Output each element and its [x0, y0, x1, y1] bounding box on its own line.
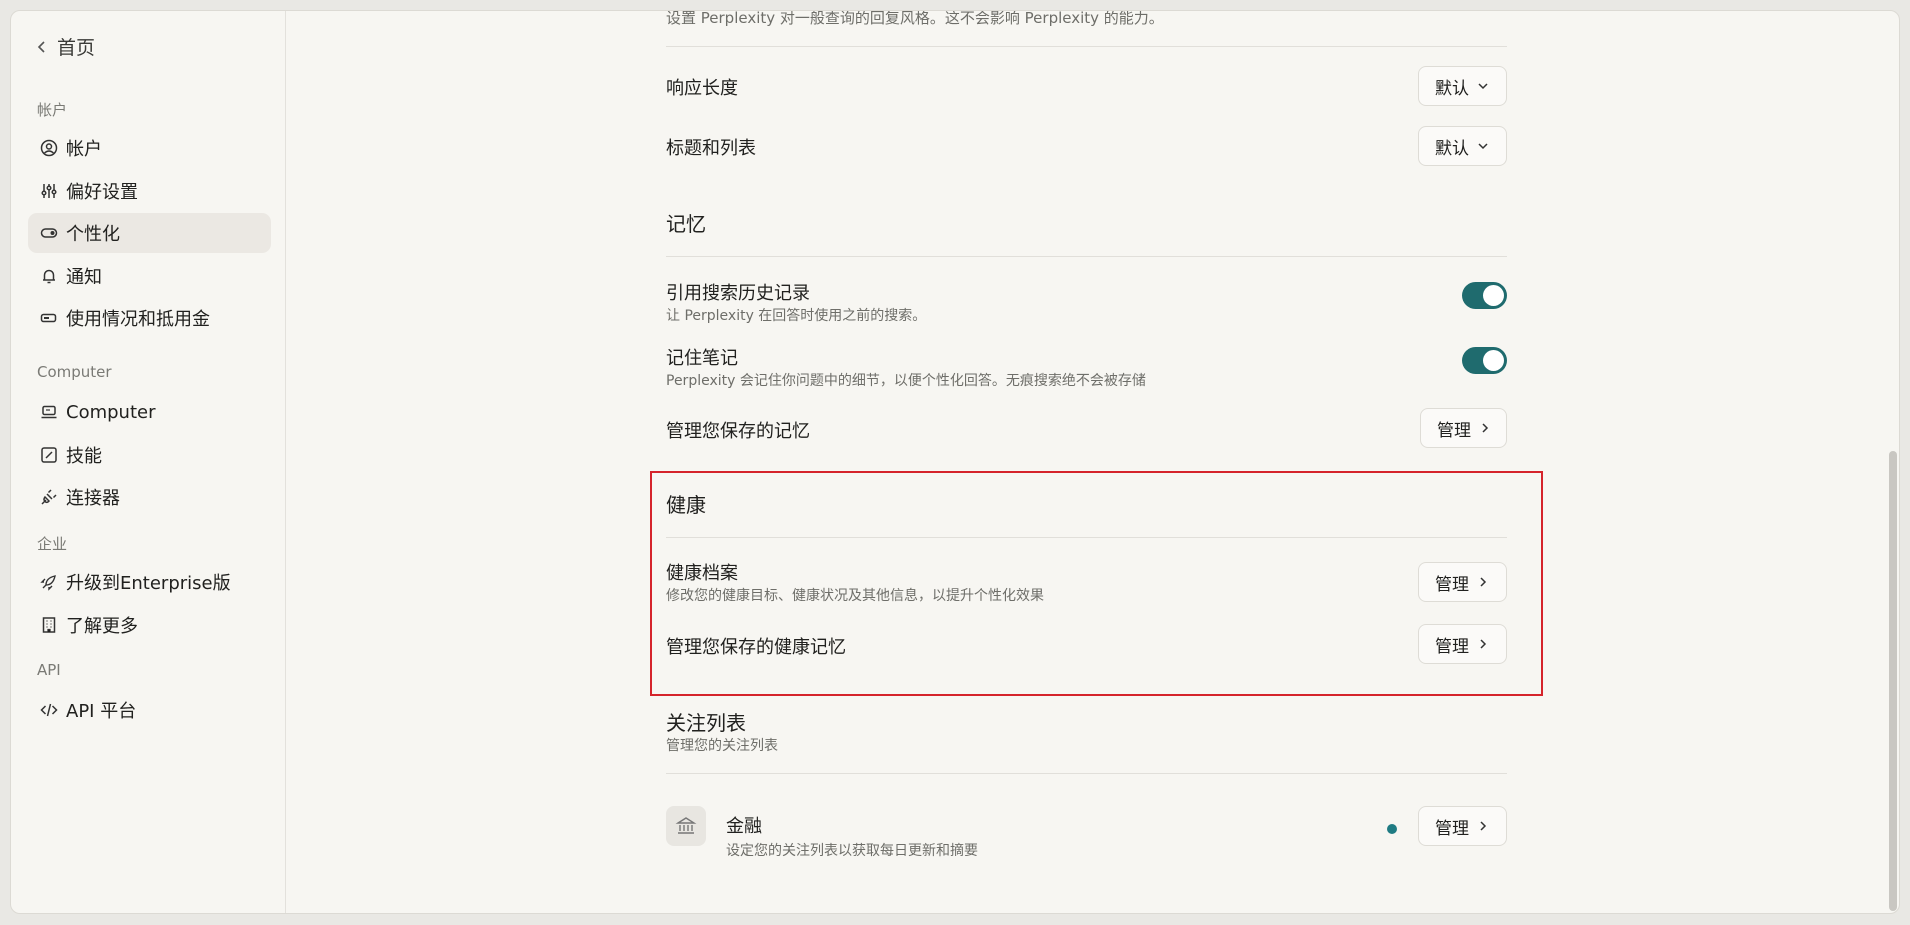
- manage-health-memory-label: 管理您保存的健康记忆: [666, 637, 846, 658]
- chevron-down-icon: [1478, 83, 1488, 90]
- remember-notes-toggle[interactable]: [1462, 347, 1507, 374]
- plug-icon: [41, 489, 57, 505]
- sidebar-item-label: 连接器: [66, 488, 120, 509]
- reference-history-desc: 让 Perplexity 在回答时使用之前的搜索。: [666, 308, 927, 324]
- manage-health-memory-button[interactable]: 管理: [1418, 624, 1507, 664]
- manage-memory-button-label: 管理: [1437, 420, 1471, 441]
- section-label-enterprise: 企业: [37, 535, 68, 553]
- user-circle-icon: [40, 139, 58, 157]
- response-length-value: 默认: [1435, 78, 1469, 99]
- manage-memory-label: 管理您保存的记忆: [666, 421, 810, 442]
- finance-label: 金融: [726, 816, 762, 837]
- back-label: 首页: [57, 37, 96, 59]
- sidebar-item-label: 个性化: [66, 224, 120, 245]
- health-profile-manage-button[interactable]: 管理: [1418, 562, 1507, 602]
- edit-box-icon: [41, 447, 57, 463]
- health-profile-label: 健康档案: [666, 563, 738, 584]
- laptop-icon: [41, 405, 57, 419]
- sidebar-item-label: Computer: [66, 401, 156, 423]
- finance-button-label: 管理: [1435, 818, 1469, 839]
- headings-lists-value: 默认: [1435, 138, 1469, 159]
- sidebar-item-api-platform[interactable]: API 平台: [28, 690, 271, 730]
- sidebar-item-label: API 平台: [66, 701, 137, 722]
- response-length-label: 响应长度: [666, 78, 738, 99]
- chevron-right-icon: [1482, 423, 1489, 433]
- headings-lists-label: 标题和列表: [666, 138, 756, 159]
- remember-notes-desc: Perplexity 会记住你问题中的细节，以便个性化回答。无痕搜索绝不会被存储: [666, 373, 1146, 389]
- bell-icon: [43, 269, 55, 284]
- status-dot: [1387, 824, 1397, 834]
- sidebar-item-label: 了解更多: [66, 616, 138, 637]
- reference-history-label: 引用搜索历史记录: [666, 283, 810, 304]
- toggle-knob: [1483, 350, 1504, 371]
- chevron-right-icon: [1480, 577, 1487, 587]
- divider: [666, 256, 1507, 257]
- toggle-icon: [40, 228, 58, 238]
- chevron-left-icon: [37, 40, 45, 53]
- sidebar-item-learn-more[interactable]: 了解更多: [28, 605, 271, 645]
- chevron-right-icon: [1480, 639, 1487, 649]
- settings-window: 首页 帐户 帐户 偏好设置 个性化 通知 使用情况和抵用金 Computer C…: [10, 10, 1900, 914]
- section-label-computer: Computer: [37, 363, 112, 381]
- sidebar-item-computer[interactable]: Computer: [28, 392, 271, 432]
- sidebar-item-account[interactable]: 帐户: [28, 128, 271, 168]
- chevron-down-icon: [1478, 143, 1488, 150]
- manage-memory-button[interactable]: 管理: [1420, 408, 1507, 448]
- finance-icon-box: [666, 806, 706, 846]
- bank-icon: [675, 817, 697, 834]
- sidebar-item-label: 通知: [66, 267, 102, 288]
- code-icon: [40, 703, 58, 717]
- sidebar-item-label: 帐户: [66, 139, 102, 160]
- main-panel: 设置 Perplexity 对一般查询的回复风格。这不会影响 Perplexit…: [287, 11, 1877, 913]
- headings-lists-dropdown[interactable]: 默认: [1418, 126, 1507, 166]
- finance-manage-button[interactable]: 管理: [1418, 806, 1507, 846]
- sidebar-item-label: 技能: [66, 446, 102, 467]
- toggle-knob: [1483, 285, 1504, 306]
- watchlist-desc: 管理您的关注列表: [666, 738, 778, 754]
- sidebar-item-usage[interactable]: 使用情况和抵用金: [28, 298, 271, 338]
- sidebar-item-label: 使用情况和抵用金: [66, 309, 210, 330]
- scrollbar[interactable]: [1889, 451, 1897, 911]
- finance-desc: 设定您的关注列表以获取每日更新和摘要: [726, 843, 978, 859]
- sidebar-item-label: 升级到Enterprise版: [66, 573, 231, 594]
- reference-history-toggle[interactable]: [1462, 282, 1507, 309]
- section-label-account: 帐户: [37, 101, 68, 119]
- sidebar-item-skills[interactable]: 技能: [28, 435, 271, 475]
- sidebar-item-preferences[interactable]: 偏好设置: [28, 171, 271, 211]
- watchlist-section-title: 关注列表: [666, 711, 746, 735]
- health-highlight-box: [650, 471, 1543, 696]
- divider: [666, 537, 1507, 538]
- sidebar-item-notifications[interactable]: 通知: [28, 256, 271, 296]
- sliders-icon: [41, 184, 57, 198]
- answer-style-description: 设置 Perplexity 对一般查询的回复风格。这不会影响 Perplexit…: [666, 10, 1164, 27]
- section-label-api: API: [37, 661, 61, 679]
- health-profile-desc: 修改您的健康目标、健康状况及其他信息，以提升个性化效果: [666, 588, 1044, 604]
- sidebar-item-connectors[interactable]: 连接器: [28, 477, 271, 517]
- health-section-title: 健康: [666, 493, 706, 517]
- response-length-dropdown[interactable]: 默认: [1418, 66, 1507, 106]
- chevron-right-icon: [1480, 821, 1487, 831]
- divider: [666, 46, 1507, 47]
- rocket-icon: [40, 575, 56, 591]
- back-home-link[interactable]: 首页: [35, 33, 95, 60]
- divider: [666, 773, 1507, 774]
- sidebar-item-personalization[interactable]: 个性化: [28, 213, 271, 253]
- sidebar: 首页 帐户 帐户 偏好设置 个性化 通知 使用情况和抵用金 Computer C…: [11, 11, 286, 913]
- sidebar-item-upgrade-enterprise[interactable]: 升级到Enterprise版: [28, 562, 271, 602]
- manage-health-memory-button-label: 管理: [1435, 636, 1469, 657]
- memory-section-title: 记忆: [666, 212, 706, 236]
- remember-notes-label: 记住笔记: [666, 348, 738, 369]
- building-icon: [42, 617, 56, 633]
- battery-icon: [40, 313, 57, 323]
- health-profile-button-label: 管理: [1435, 574, 1469, 595]
- sidebar-item-label: 偏好设置: [66, 182, 138, 203]
